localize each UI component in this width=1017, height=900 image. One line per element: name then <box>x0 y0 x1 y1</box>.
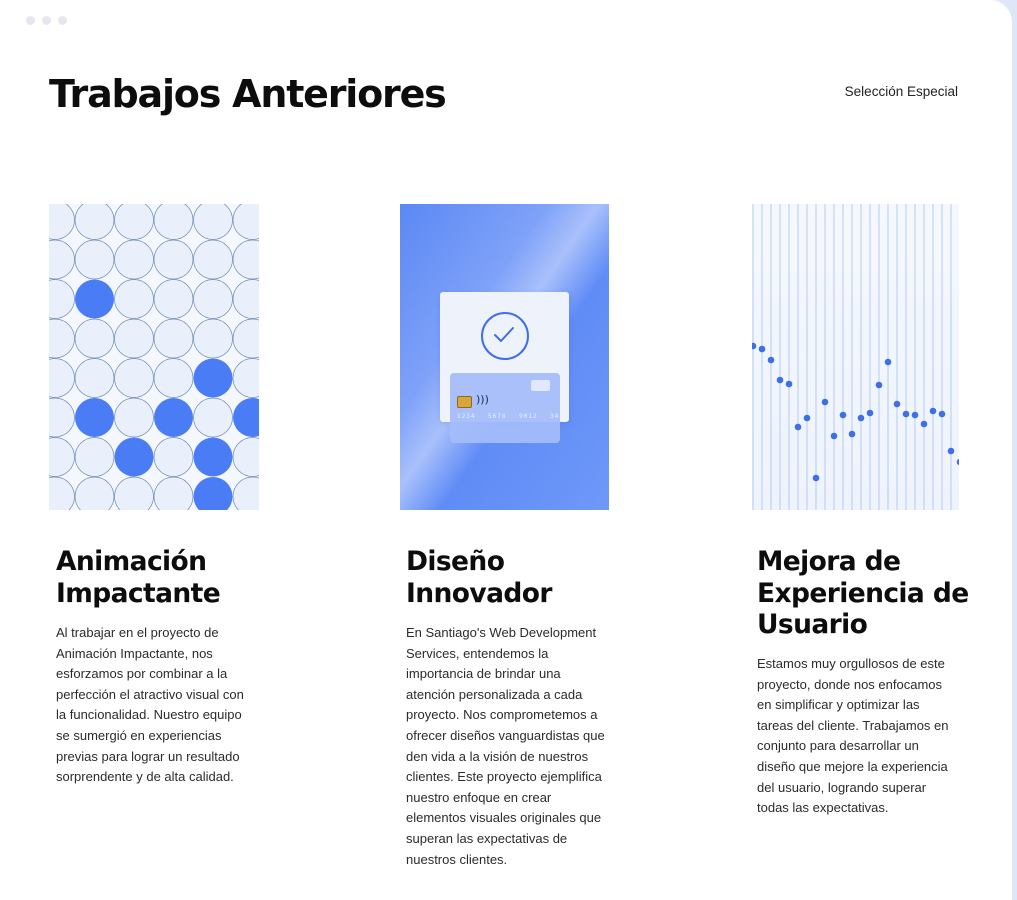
checkmark-icon <box>481 312 529 360</box>
data-dot <box>947 447 955 455</box>
filled-circle <box>75 279 114 319</box>
outline-circle <box>74 318 115 359</box>
filled-circle <box>114 437 154 477</box>
window-dot-icon[interactable] <box>42 16 51 25</box>
outline-circle <box>49 437 75 477</box>
data-dot <box>830 432 838 440</box>
outline-circle <box>232 476 259 510</box>
outline-circle <box>153 239 194 280</box>
outline-circle <box>74 437 115 477</box>
circle-grid-icon <box>49 204 259 510</box>
project-description: Estamos muy orgullosos de este proyecto,… <box>757 656 949 816</box>
data-dot <box>839 411 847 419</box>
data-dot <box>902 410 910 418</box>
outline-circle <box>49 358 75 398</box>
app-window: Trabajos Anteriores Selección Especial )… <box>0 0 1012 900</box>
window-dot-icon[interactable] <box>58 16 67 25</box>
outline-circle <box>114 204 154 240</box>
outline-circle <box>153 476 194 510</box>
outline-circle <box>193 279 233 319</box>
outline-circle <box>74 239 115 280</box>
outline-circle <box>114 358 154 398</box>
filled-circle <box>75 398 114 437</box>
outline-circle <box>232 358 259 398</box>
outline-circle <box>49 476 75 510</box>
window-dot-icon[interactable] <box>26 16 35 25</box>
outline-circle <box>74 476 115 510</box>
outline-circle <box>74 204 115 240</box>
outline-circle <box>49 397 75 438</box>
data-dot <box>911 411 919 419</box>
filled-circle <box>193 358 233 398</box>
outline-circle <box>114 476 154 510</box>
project-title: Diseño Innovador <box>406 546 552 609</box>
outline-circle <box>193 239 233 280</box>
outline-circle <box>153 279 194 319</box>
data-dot <box>920 420 928 428</box>
data-dot <box>767 356 775 364</box>
project-title: Mejora de Experiencia de Usuario <box>757 546 969 640</box>
outline-circle <box>114 397 154 438</box>
circle-grid-illustration[interactable] <box>49 204 259 510</box>
outline-circle <box>114 318 154 359</box>
data-dot <box>821 398 829 406</box>
outline-circle <box>232 239 259 280</box>
filled-circle <box>193 477 233 510</box>
data-dot <box>956 458 959 466</box>
filled-circle <box>233 398 259 437</box>
data-dot <box>857 414 865 422</box>
payment-card-illustration[interactable]: ))) 1234 5678 9012 3456 <box>400 204 609 510</box>
data-dot <box>803 414 811 422</box>
special-selection-link[interactable]: Selección Especial <box>845 84 958 99</box>
card-brand-icon <box>531 380 550 391</box>
data-dot <box>848 430 856 438</box>
card-number: 1234 5678 9012 3456 <box>457 413 569 420</box>
filled-circle <box>154 398 193 437</box>
outline-circle <box>49 204 75 240</box>
outline-circle <box>232 279 259 319</box>
outline-circle <box>153 318 194 359</box>
contactless-icon: ))) <box>476 393 489 406</box>
page-title: Trabajos Anteriores <box>49 72 447 116</box>
filled-circle <box>193 437 233 477</box>
project-title: Animación Impactante <box>56 546 221 609</box>
data-dot <box>875 381 883 389</box>
data-dot <box>812 474 820 482</box>
outline-circle <box>153 358 194 398</box>
project-description: Al trabajar en el proyecto de Animación … <box>56 625 244 785</box>
outline-circle <box>232 204 259 240</box>
window-controls <box>26 16 67 25</box>
outline-circle <box>193 204 233 240</box>
data-dot <box>785 380 793 388</box>
dot-line-illustration[interactable] <box>752 204 959 510</box>
card-chip-icon <box>457 396 472 408</box>
data-dot <box>893 400 901 408</box>
dot-line-icon <box>752 204 959 510</box>
outline-circle <box>193 318 233 359</box>
outline-circle <box>114 239 154 280</box>
outline-circle <box>153 204 194 240</box>
data-dot <box>776 376 784 384</box>
data-dot <box>752 342 757 350</box>
data-dot <box>758 345 766 353</box>
data-dot <box>866 409 874 417</box>
credit-card: ))) 1234 5678 9012 3456 <box>450 373 568 443</box>
outline-circle <box>232 318 259 359</box>
outline-circle <box>114 279 154 319</box>
data-dot <box>938 410 946 418</box>
data-dot <box>794 423 802 431</box>
outline-circle <box>193 397 233 438</box>
project-description: En Santiago's Web Development Services, … <box>406 625 605 867</box>
outline-circle <box>49 318 75 359</box>
outline-circle <box>49 279 75 319</box>
outline-circle <box>49 239 75 280</box>
outline-circle <box>232 437 259 477</box>
outline-circle <box>74 358 115 398</box>
data-dot <box>929 407 937 415</box>
outline-circle <box>153 437 194 477</box>
data-dot <box>884 358 892 366</box>
